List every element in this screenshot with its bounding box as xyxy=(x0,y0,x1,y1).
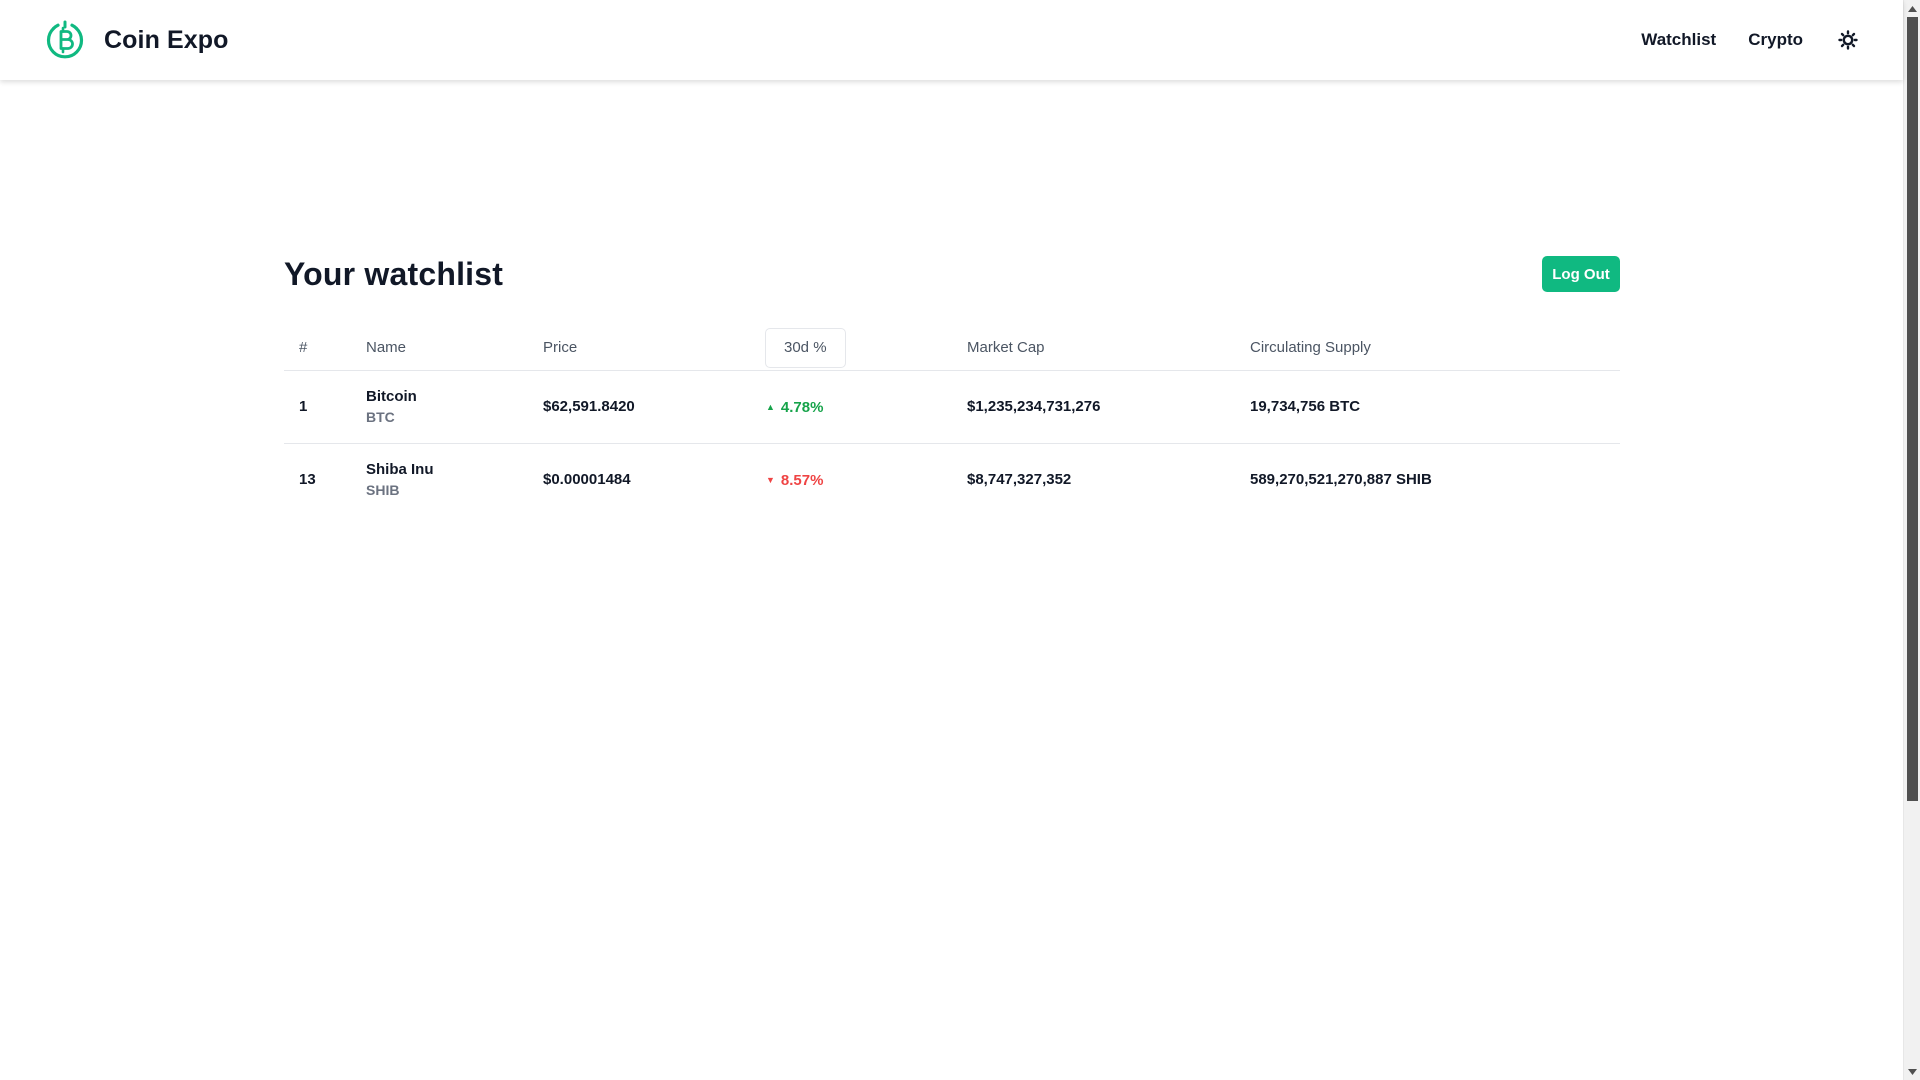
coin-name: Bitcoin xyxy=(366,387,417,405)
row-price: $62,591.8420 xyxy=(543,370,766,444)
row-supply: 19,734,756 BTC xyxy=(1250,370,1620,444)
row-price: $0.00001484 xyxy=(543,471,631,489)
row-rank: 1 xyxy=(284,370,366,444)
bitcoin-logo-icon xyxy=(46,20,84,59)
scrollbar-thumb[interactable] xyxy=(1907,17,1918,801)
row-market-cap: $1,235,234,731,276 xyxy=(967,370,1250,444)
scroll-up-arrow-icon[interactable] xyxy=(1904,0,1920,17)
row-change-cell: ▼ 8.57% xyxy=(766,443,967,516)
watchlist-section: Your watchlist Log Out # Name Price 30d … xyxy=(284,250,1620,516)
row-change-cell: ▲ 4.78% xyxy=(766,370,967,444)
change-period-button[interactable]: 30d % xyxy=(765,327,846,368)
header-name: Name xyxy=(366,326,543,371)
caret-down-icon: ▼ xyxy=(766,475,775,486)
caret-up-icon: ▲ xyxy=(766,402,775,412)
change-value: ▲ 4.78% xyxy=(766,399,823,416)
vertical-scrollbar[interactable] xyxy=(1903,0,1920,1080)
logout-button[interactable]: Log Out xyxy=(1542,256,1620,292)
header-market-cap: Market Cap xyxy=(967,326,1250,371)
page-viewport: Coin Expo Watchlist Crypto Your watchlis… xyxy=(0,0,1903,1080)
row-name-cell: Shiba Inu SHIB xyxy=(366,443,543,516)
nav-watchlist-link[interactable]: Watchlist xyxy=(1641,30,1716,50)
table-row[interactable]: 1 Bitcoin BTC $62,591.8420 ▲ 4.78% $1,23… xyxy=(284,370,1620,444)
row-name-cell: Bitcoin BTC xyxy=(366,370,543,444)
brand-name: Coin Expo xyxy=(104,25,229,54)
change-value: ▼ 8.57% xyxy=(766,472,823,489)
header-rank: # xyxy=(284,326,366,371)
row-market-cap: $8,747,327,352 xyxy=(967,471,1072,489)
brand[interactable]: Coin Expo xyxy=(44,19,229,61)
page-title: Your watchlist xyxy=(284,255,504,292)
main-nav: Watchlist Crypto xyxy=(1641,29,1859,51)
nav-crypto-link[interactable]: Crypto xyxy=(1748,30,1803,50)
row-rank: 13 xyxy=(299,471,316,489)
coin-symbol: SHIB xyxy=(366,481,400,498)
row-supply: 589,270,521,270,887 SHIB xyxy=(1250,471,1432,489)
watchlist-header: Your watchlist Log Out xyxy=(284,250,1620,298)
header-change: 30d % xyxy=(765,326,967,371)
theme-toggle-button[interactable] xyxy=(1837,29,1859,51)
coin-symbol: BTC xyxy=(366,408,395,425)
change-percent: 4.78% xyxy=(780,399,824,416)
header-price: Price xyxy=(543,326,766,371)
watchlist-table: # Name Price 30d % Market Cap Circulatin… xyxy=(284,326,1620,516)
table-header-row: # Name Price 30d % Market Cap Circulatin… xyxy=(284,326,1620,371)
sun-icon xyxy=(1838,30,1858,50)
header-supply: Circulating Supply xyxy=(1250,326,1620,371)
change-percent: 8.57% xyxy=(780,472,824,490)
coin-name: Shiba Inu xyxy=(366,460,434,478)
top-navbar: Coin Expo Watchlist Crypto xyxy=(0,0,1903,80)
scroll-down-arrow-icon[interactable] xyxy=(1904,1063,1920,1080)
table-row[interactable]: 13 Shiba Inu SHIB $0.00001484 ▼ 8.57% $8… xyxy=(284,443,1620,516)
